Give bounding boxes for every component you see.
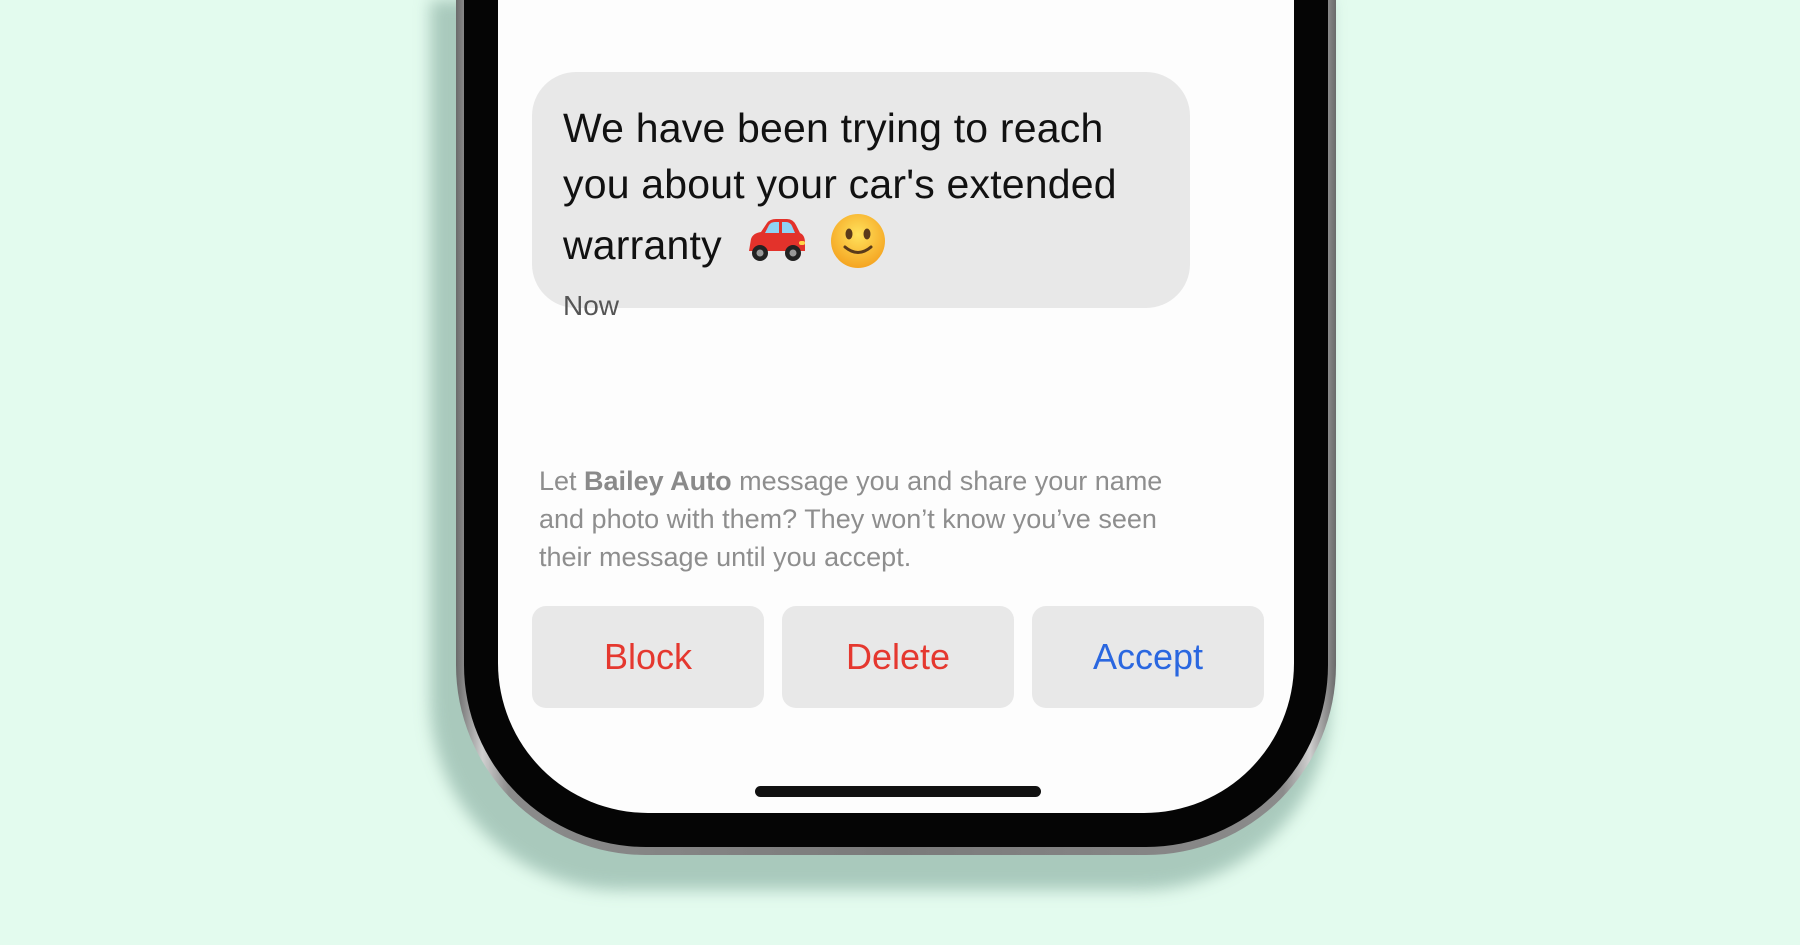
message-line-3-text: warranty — [563, 221, 722, 268]
phone-screen: We have been trying to reach you about y… — [498, 0, 1294, 813]
message-text: We have been trying to reach you about y… — [563, 100, 1159, 284]
message-timestamp: Now — [563, 290, 620, 321]
message-line-1: We have been trying to reach — [563, 105, 1104, 151]
car-icon — [743, 215, 807, 281]
delete-button-label: Delete — [845, 636, 951, 677]
notice-line-2: and photo with them? They won’t know you… — [539, 504, 1157, 534]
message-bubble: We have been trying to reach you about y… — [532, 72, 1190, 321]
message-request-notice: Let Bailey Auto message you and share yo… — [539, 462, 1239, 576]
notice-prefix: Let — [539, 466, 585, 496]
notice-line-3: their message until you accept. — [539, 542, 912, 572]
action-bar: Block Delete Accept — [532, 606, 1264, 708]
smile-icon — [829, 212, 887, 284]
message-line-3: warranty — [563, 212, 1159, 284]
notice-line-1: Let Bailey Auto message you and share yo… — [539, 462, 1239, 500]
delete-button[interactable]: Delete — [782, 606, 1014, 708]
block-button-label: Block — [603, 636, 693, 677]
sender-name: Bailey Auto — [584, 466, 732, 496]
message-line-2: you about your car's extended — [563, 161, 1117, 207]
home-indicator[interactable] — [755, 786, 1041, 797]
stage: We have been trying to reach you about y… — [0, 0, 1800, 945]
accept-button[interactable]: Accept — [1032, 606, 1264, 708]
accept-button-label: Accept — [1092, 636, 1204, 677]
notice-suffix: message you and share your name — [731, 466, 1163, 496]
block-button[interactable]: Block — [532, 606, 764, 708]
